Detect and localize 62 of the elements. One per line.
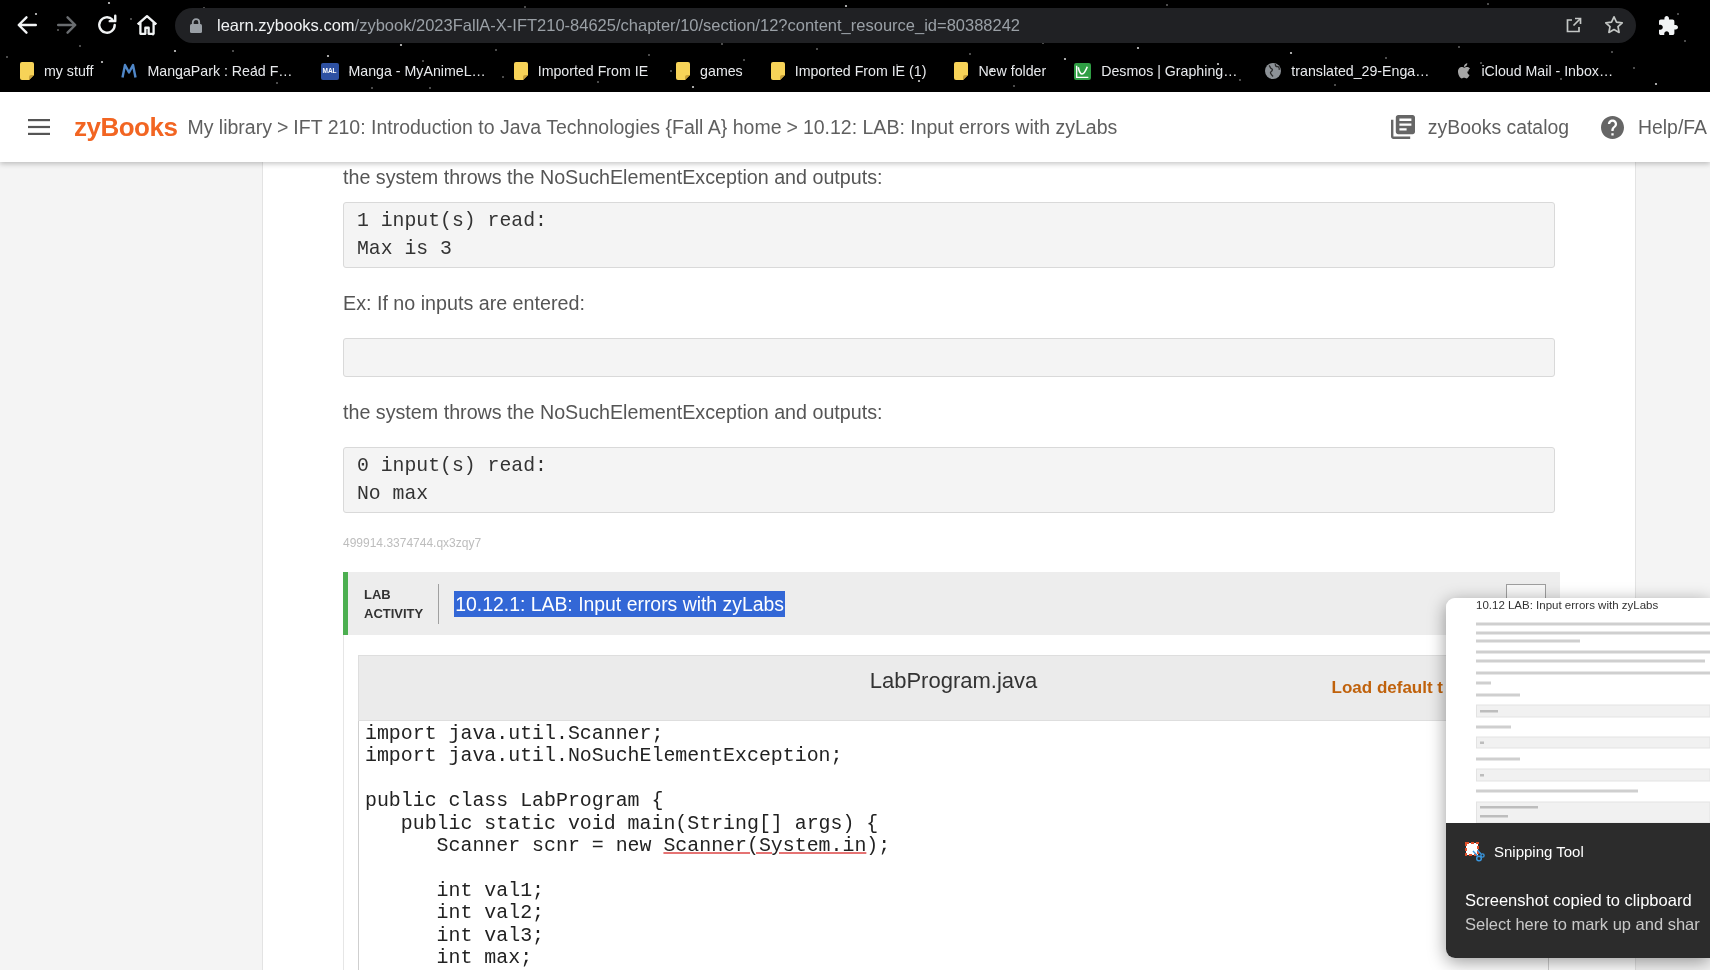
help-icon — [1601, 115, 1624, 139]
breadcrumb-separator: > — [275, 115, 290, 139]
code-line: import java.util.Scanner; — [365, 723, 664, 746]
graph-logo-icon — [1074, 62, 1092, 80]
globe-icon — [1265, 63, 1282, 79]
load-default-link[interactable]: Load default t — [1331, 677, 1443, 699]
bookmark-item[interactable]: Imported From IE (1) — [762, 57, 935, 85]
bookmark-item[interactable]: my stuff — [12, 57, 102, 85]
lock-icon — [190, 17, 202, 33]
breadcrumb-link[interactable]: My library — [187, 115, 272, 139]
reload-icon — [96, 14, 118, 36]
bookmark-item[interactable]: MangaPark : Read F… — [113, 57, 301, 85]
bookmark-item[interactable]: games — [668, 57, 751, 85]
code-line: int max; — [435, 947, 533, 970]
console-output: 0 input(s) read: No max — [343, 447, 1555, 513]
share-icon[interactable] — [1564, 15, 1584, 35]
file-name: LabProgram.java — [869, 667, 1038, 695]
left-arrow-icon — [16, 14, 38, 36]
instruction-text: the system throws the NoSuchElementException and outputs: — [343, 165, 883, 190]
apple-icon — [1457, 63, 1472, 79]
code-line: Scanner scnr = new Scanner(System.in); — [435, 835, 891, 858]
breadcrumb-link[interactable]: 10.12: LAB: Input errors with zyLabs — [802, 115, 1118, 139]
code-line: public class LabProgram { — [365, 790, 664, 813]
help-link[interactable]: Help/FA — [1601, 115, 1707, 139]
code-line: int val3; — [435, 924, 545, 948]
note-icon — [954, 62, 969, 80]
code-line: int val1; — [435, 879, 545, 903]
scissors-icon — [1465, 842, 1485, 862]
note-icon — [770, 62, 785, 80]
note-icon — [513, 62, 528, 80]
book-stack-icon — [1390, 115, 1415, 139]
instruction-text: the system throws the NoSuchElementException and outputs: — [343, 400, 883, 425]
toast-notification[interactable]: 10.12 LAB: Input errors with zyLabs Snipping Tool Screenshot copied to clipboard Select here to mark up and shar — [1446, 598, 1710, 958]
app-name: Snipping Tool — [1494, 842, 1584, 862]
right-arrow-icon — [56, 14, 78, 36]
thumbnail-title: 10.12 LAB: Input errors with zyLabs — [1476, 599, 1659, 612]
star-icon[interactable] — [1604, 15, 1624, 35]
home-icon — [136, 14, 158, 36]
puzzle-icon[interactable] — [1659, 15, 1678, 35]
activity-type-label: LAB ACTIVITY — [364, 585, 424, 623]
activity-title: 10.12.1: LAB: Input errors with zyLabs — [454, 590, 785, 617]
menu-icon — [28, 119, 50, 135]
bookmark-item[interactable]: New folder — [946, 57, 1055, 85]
note-icon — [20, 62, 34, 80]
code-line: int val2; — [435, 902, 545, 925]
bookmark-item[interactable]: Desmos | Graphing… — [1066, 57, 1246, 85]
instruction-text: Ex: If no inputs are entered: — [343, 291, 585, 316]
catalog-link[interactable]: zyBooks catalog — [1390, 115, 1569, 139]
notification-message: Screenshot copied to clipboard — [1465, 890, 1692, 911]
bookmark-item[interactable]: translated_29-Enga… — [1257, 57, 1438, 85]
zigzag-logo-icon — [121, 63, 138, 79]
address-bar[interactable]: learn.zybooks.com/zybook/2023FallA-X-IFT210-84625/chapter/10/section/12?content_resource_id=80388242 — [175, 7, 1636, 43]
breadcrumb-separator: > — [785, 115, 799, 139]
bookmark-item[interactable]: Imported From IE — [505, 57, 657, 85]
bookmark-item[interactable]: iCloud Mail - Inbox… — [1449, 57, 1622, 85]
code-line: public static void main(String[] args) { — [399, 812, 879, 835]
breadcrumb-link[interactable]: IFT 210: Introduction to Java Technologies {Fall A} home — [293, 115, 782, 139]
activity-id-text: 499914.3374744.qx3zqy7 — [343, 535, 482, 551]
console-output: 1 input(s) read: Max is 3 — [343, 202, 1555, 268]
notification-hint: Select here to mark up and shar — [1465, 914, 1700, 935]
code-line: import java.util.NoSuchElementException; — [365, 745, 843, 768]
note-icon — [676, 62, 691, 80]
